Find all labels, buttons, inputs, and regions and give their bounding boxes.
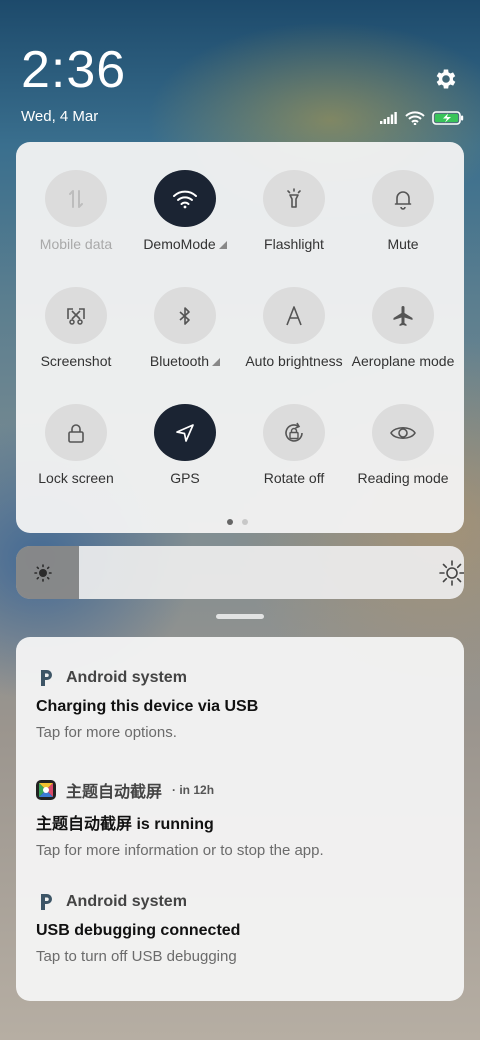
bell-icon [394,190,412,210]
tile-aeroplane-mode[interactable]: Aeroplane mode [347,259,459,369]
theme-app-icon [36,780,56,800]
tile-label: Mobile data [39,236,113,252]
tile-label: Bluetooth [149,353,210,369]
tile-circle[interactable] [154,170,216,227]
eye-icon [390,426,416,439]
tile-circle[interactable] [45,404,107,461]
expand-arrow-icon[interactable] [218,241,227,249]
wifi-icon [173,190,197,208]
lock-icon [68,423,84,443]
brightness-low-icon [34,564,52,582]
brightness-slider[interactable] [16,546,464,599]
battery-charging-icon [432,111,464,125]
tile-reading-mode[interactable]: Reading mode [347,376,459,486]
tile-screenshot[interactable]: Screenshot [20,259,132,369]
date[interactable]: Wed, 4 Mar [21,108,98,125]
tile-mute[interactable]: Mute [347,142,459,252]
notification-item[interactable]: 主题自动截屏 · in 12h 主题自动截屏 is running Tap fo… [36,779,446,859]
drag-handle[interactable] [216,614,264,619]
tile-circle[interactable] [372,170,434,227]
tile-demomode[interactable]: DemoMode [129,142,241,252]
bluetooth-icon [179,306,190,325]
page-dot [242,519,248,525]
tile-gps[interactable]: GPS [129,376,241,486]
notification-app-name: Android system [66,893,187,910]
tile-rotate-off[interactable]: Rotate off [238,376,350,486]
tile-circle[interactable] [45,287,107,344]
clock[interactable]: 2:36 [21,40,126,100]
tile-circle[interactable] [154,404,216,461]
airplane-icon [393,305,413,326]
screenshot-icon [67,307,85,325]
settings-button[interactable] [432,65,460,93]
tile-circle[interactable] [263,404,325,461]
auto-brightness-icon [286,305,302,325]
android-system-icon [36,668,56,688]
notification-title: Charging this device via USB [36,698,259,715]
tile-bluetooth[interactable]: Bluetooth [129,259,241,369]
notification-item[interactable]: Android system Charging this device via … [36,667,446,741]
notification-title: USB debugging connected [36,922,241,939]
tile-flashlight[interactable]: Flashlight [238,142,350,252]
tile-label: Aeroplane mode [351,353,455,369]
tile-label: Auto brightness [245,353,343,369]
expand-arrow-icon[interactable] [212,358,221,366]
notification-item[interactable]: Android system USB debugging connected T… [36,891,446,965]
gear-icon [436,69,456,89]
signal-icon [380,112,397,124]
tile-label: GPS [170,470,200,486]
notification-body: Tap for more information or to stop the … [36,842,324,859]
notification-body: Tap for more options. [36,724,177,741]
notification-panel: Android system Charging this device via … [16,637,464,1001]
notification-title: 主题自动截屏 is running [36,816,214,833]
brightness-high-icon [439,560,464,586]
tile-circle[interactable] [45,170,107,227]
notification-time: · in 12h [172,783,215,797]
mobile-data-icon [69,189,83,208]
page-dot-active [227,519,233,525]
tile-circle[interactable] [372,287,434,344]
status-icons [380,110,464,126]
notification-app-name: 主题自动截屏 [66,784,163,801]
notification-app-name: Android system [66,669,187,686]
tile-label: DemoMode [143,236,216,252]
tile-label: Lock screen [38,470,114,486]
rotate-lock-icon [285,422,303,442]
tile-label: Flashlight [264,236,324,252]
tile-label: Reading mode [357,470,449,486]
tile-circle[interactable] [154,287,216,344]
tile-label: Screenshot [40,353,112,369]
tile-label: Mute [387,236,419,252]
tile-circle[interactable] [263,287,325,344]
flashlight-icon [287,187,301,208]
tile-auto-brightness[interactable]: Auto brightness [238,259,350,369]
wifi-icon [405,111,425,125]
tile-label: Rotate off [263,470,325,486]
tile-lock-screen[interactable]: Lock screen [20,376,132,486]
tile-circle[interactable] [372,404,434,461]
page-indicator [227,519,248,525]
notification-body: Tap to turn off USB debugging [36,948,237,965]
quick-settings-panel: Mobile data DemoMode Flashlight Mute Scr… [16,142,464,533]
android-system-icon [36,892,56,912]
tile-mobile-data[interactable]: Mobile data [20,142,132,252]
location-arrow-icon [176,423,194,442]
tile-circle[interactable] [263,170,325,227]
